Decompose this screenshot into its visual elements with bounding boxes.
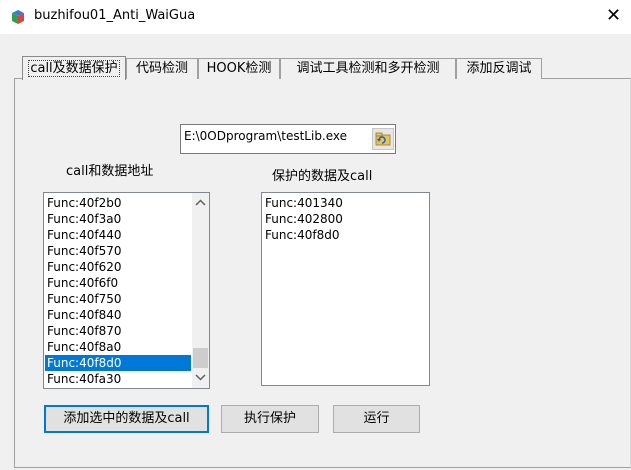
- left-list-scrollbar[interactable]: [192, 193, 209, 388]
- list-item[interactable]: Func:40f570: [45, 243, 191, 259]
- list-item[interactable]: Func:40f840: [45, 307, 191, 323]
- tab-debugger-multi-open-check[interactable]: 调试工具检测和多开检测: [280, 58, 456, 79]
- tab-add-anti-debug[interactable]: 添加反调试: [456, 58, 542, 79]
- file-path-field[interactable]: [184, 127, 369, 145]
- close-icon[interactable]: ✕: [606, 4, 621, 28]
- list-item[interactable]: Func:40f620: [45, 259, 191, 275]
- scroll-down-icon[interactable]: [192, 371, 209, 388]
- title-bar: buzhifou01_Anti_WaiGua ✕: [0, 0, 631, 34]
- scroll-up-icon[interactable]: [192, 197, 209, 214]
- protected-data-call-list[interactable]: Func:401340 Func:402800 Func:40f8d0: [261, 192, 430, 386]
- window-title: buzhifou01_Anti_WaiGua: [34, 8, 196, 23]
- run-button[interactable]: 运行: [333, 405, 420, 433]
- tab-hook-check[interactable]: HOOK检测: [198, 58, 280, 79]
- scroll-thumb[interactable]: [193, 348, 208, 368]
- call-data-address-list[interactable]: Func:40f2b0 Func:40f3a0 Func:40f440 Func:40…: [43, 192, 210, 389]
- tab-call-data-protect[interactable]: call及数据保护: [22, 56, 126, 80]
- file-path-box: [180, 124, 396, 154]
- add-selected-button[interactable]: 添加选中的数据及call: [44, 405, 209, 433]
- list-item[interactable]: Func:40f8d0: [45, 355, 191, 371]
- list-item[interactable]: Func:40fa30: [45, 371, 191, 387]
- list-item[interactable]: Func:40f8a0: [45, 339, 191, 355]
- left-list-label: call和数据地址: [66, 164, 154, 179]
- list-item[interactable]: Func:40f8d0: [263, 227, 423, 243]
- list-item[interactable]: Func:40f2b0: [45, 195, 191, 211]
- list-item[interactable]: Func:401340: [263, 195, 423, 211]
- list-item[interactable]: Func:40f750: [45, 291, 191, 307]
- list-item[interactable]: Func:40f870: [45, 323, 191, 339]
- app-icon: [10, 9, 26, 25]
- list-item[interactable]: Func:402800: [263, 211, 423, 227]
- folder-open-icon: [375, 132, 391, 146]
- execute-protect-button[interactable]: 执行保护: [221, 405, 319, 433]
- list-item[interactable]: Func:40f3a0: [45, 211, 191, 227]
- tab-label: call及数据保护: [28, 60, 120, 77]
- right-list-label: 保护的数据及call: [272, 169, 373, 184]
- tab-code-check[interactable]: 代码检测: [126, 58, 198, 79]
- browse-file-button[interactable]: [372, 128, 394, 150]
- list-item[interactable]: Func:40f6f0: [45, 275, 191, 291]
- list-item[interactable]: Func:40f440: [45, 227, 191, 243]
